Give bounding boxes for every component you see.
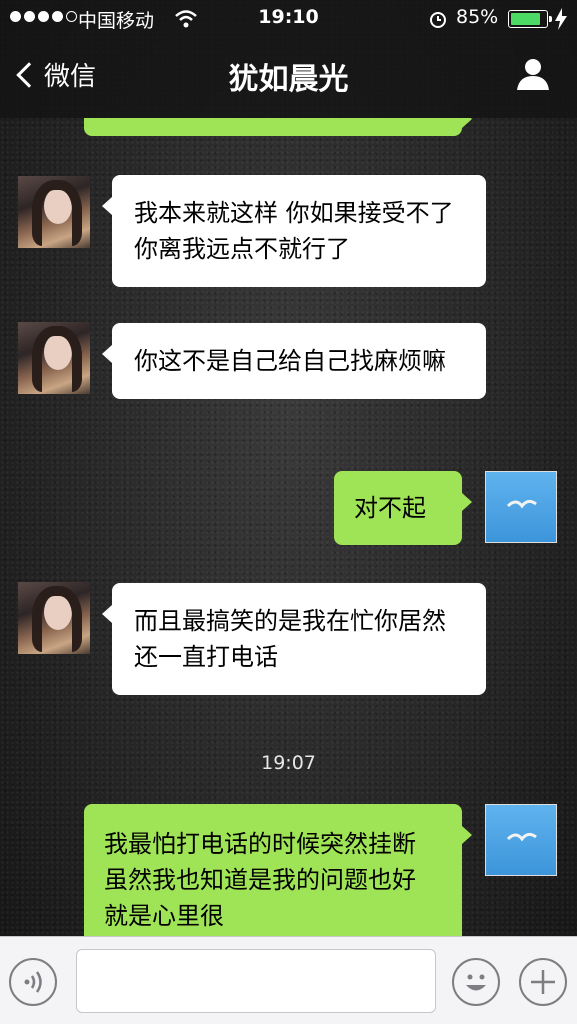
contact-avatar[interactable] (18, 176, 90, 248)
message-bubble[interactable]: 而且最搞笑的是我在忙你居然还一直打电话 (102, 583, 486, 695)
my-avatar[interactable] (485, 804, 557, 876)
emoji-button[interactable] (452, 958, 500, 1006)
voice-icon (24, 971, 42, 993)
message-list[interactable]: 我本来就这样 你如果接受不了你离我远点不就行了 你这不是自己给自己找麻烦嘛 对不… (0, 118, 577, 936)
seagull-icon (506, 499, 537, 509)
contact-avatar[interactable] (18, 322, 90, 394)
avatar-hair (32, 326, 82, 392)
more-button[interactable] (519, 958, 567, 1006)
contact-avatar[interactable] (18, 582, 90, 654)
seagull-icon (506, 832, 537, 842)
chat-title: 犹如晨光 (228, 62, 349, 97)
battery-icon (508, 10, 552, 28)
voice-button[interactable] (9, 958, 57, 1006)
profile-icon[interactable] (515, 56, 551, 92)
my-avatar[interactable] (485, 471, 557, 543)
battery-level (511, 13, 540, 25)
top-bar: 中国移动 19:10 85% 微信 犹如晨光 (0, 0, 577, 118)
message-bubble[interactable]: 你这不是自己给自己找麻烦嘛 (102, 323, 486, 399)
message-text: 你这不是自己给自己找麻烦嘛 (134, 347, 446, 375)
avatar-hair (32, 586, 82, 652)
emoji-icon (466, 974, 486, 991)
avatar-hair (32, 180, 82, 246)
message-timestamp: 19:07 (261, 752, 316, 774)
status-bar: 中国移动 19:10 85% (0, 0, 577, 38)
message-text: 而且最搞笑的是我在忙你居然还一直打电话 (134, 607, 446, 671)
previous-message-bubble[interactable] (84, 118, 472, 136)
battery-percentage: 85% (456, 6, 499, 28)
message-text: 我本来就这样 你如果接受不了你离我远点不就行了 (134, 199, 454, 263)
navigation-bar: 微信 犹如晨光 (0, 38, 577, 118)
alarm-clock-icon (430, 12, 446, 28)
input-bar (0, 936, 577, 1024)
message-text: 对不起 (354, 494, 426, 522)
plus-icon (531, 970, 555, 994)
message-text: 我最怕打电话的时候突然挂断 虽然我也知道是我的问题也好 就是心里很 (104, 830, 440, 930)
message-bubble[interactable]: 对不起 (334, 471, 472, 545)
message-bubble[interactable]: 我最怕打电话的时候突然挂断 虽然我也知道是我的问题也好 就是心里很 (84, 804, 472, 936)
charging-bolt-icon (555, 8, 567, 30)
message-input[interactable] (76, 949, 436, 1013)
message-bubble[interactable]: 我本来就这样 你如果接受不了你离我远点不就行了 (102, 175, 486, 287)
